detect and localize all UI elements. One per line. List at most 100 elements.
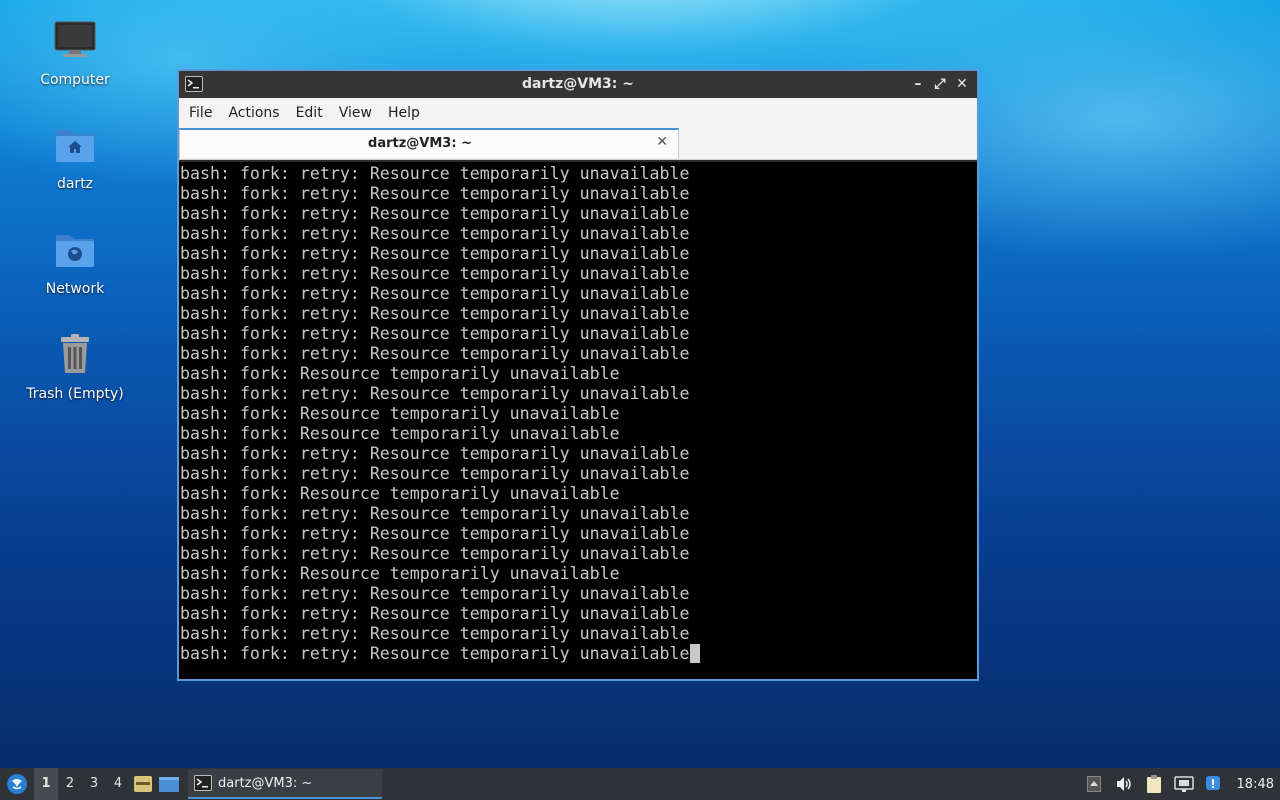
tray-expand-button[interactable] — [1079, 768, 1109, 800]
window-titlebar[interactable]: dartz@VM3: ~ – ⤢ ✕ — [179, 71, 977, 98]
terminal-line: bash: fork: retry: Resource temporarily … — [180, 344, 977, 364]
terminal-line: bash: fork: retry: Resource temporarily … — [180, 184, 977, 204]
terminal-line: bash: fork: Resource temporarily unavail… — [180, 484, 977, 504]
terminal-cursor — [689, 644, 700, 663]
terminal-line-text: bash: fork: retry: Resource temporarily … — [180, 464, 690, 483]
desktop-icon-network[interactable]: Network — [20, 227, 130, 297]
tab-close-button[interactable]: ✕ — [656, 134, 668, 150]
terminal-line: bash: fork: retry: Resource temporarily … — [180, 164, 977, 184]
terminal-line: bash: fork: retry: Resource temporarily … — [180, 584, 977, 604]
show-desktop-icon — [134, 776, 152, 792]
desktop-icon-label: Trash (Empty) — [26, 386, 124, 402]
desktop-icon-label: Computer — [40, 72, 110, 88]
workspace-3[interactable]: 3 — [82, 768, 106, 800]
terminal-line: bash: fork: Resource temporarily unavail… — [180, 564, 977, 584]
terminal-line-text: bash: fork: retry: Resource temporarily … — [180, 444, 690, 463]
terminal-line: bash: fork: retry: Resource temporarily … — [180, 384, 977, 404]
terminal-line: bash: fork: retry: Resource temporarily … — [180, 644, 977, 664]
terminal-line: bash: fork: retry: Resource temporarily … — [180, 624, 977, 644]
menubar: File Actions Edit View Help — [179, 98, 977, 128]
terminal-line-text: bash: fork: Resource temporarily unavail… — [180, 424, 620, 443]
taskbar-task-terminal[interactable]: dartz@VM3: ~ — [188, 769, 382, 799]
terminal-line-text: bash: fork: retry: Resource temporarily … — [180, 644, 690, 663]
tab-label: dartz@VM3: ~ — [368, 136, 472, 151]
terminal-line-text: bash: fork: retry: Resource temporarily … — [180, 584, 690, 603]
workspace-4[interactable]: 4 — [106, 768, 130, 800]
taskbar: 1 2 3 4 dartz@VM3: ~ 18:48 — [0, 768, 1280, 800]
desktop-icon-computer[interactable]: Computer — [20, 18, 130, 88]
terminal-line-text: bash: fork: retry: Resource temporarily … — [180, 284, 690, 303]
system-tray: 18:48 — [1079, 768, 1280, 800]
terminal-line-text: bash: fork: retry: Resource temporarily … — [180, 304, 690, 323]
terminal-line: bash: fork: retry: Resource temporarily … — [180, 244, 977, 264]
terminal-line: bash: fork: retry: Resource temporarily … — [180, 264, 977, 284]
terminal-line-text: bash: fork: retry: Resource temporarily … — [180, 384, 690, 403]
workspace-2[interactable]: 2 — [58, 768, 82, 800]
terminal-line-text: bash: fork: retry: Resource temporarily … — [180, 244, 690, 263]
menu-help[interactable]: Help — [380, 105, 428, 121]
computer-icon — [54, 21, 96, 57]
menu-view[interactable]: View — [331, 105, 380, 121]
update-notifier-button[interactable] — [1199, 768, 1229, 800]
terminal-window[interactable]: dartz@VM3: ~ – ⤢ ✕ File Actions Edit Vie… — [177, 69, 979, 681]
close-button[interactable]: ✕ — [953, 74, 971, 94]
terminal-line-text: bash: fork: retry: Resource temporarily … — [180, 504, 690, 523]
file-manager-icon — [159, 777, 179, 792]
terminal-line-text: bash: fork: retry: Resource temporarily … — [180, 624, 690, 643]
terminal-line: bash: fork: retry: Resource temporarily … — [180, 504, 977, 524]
home-folder-icon — [56, 130, 94, 162]
file-manager-button[interactable] — [156, 768, 182, 800]
tab-terminal[interactable]: dartz@VM3: ~ ✕ — [179, 128, 679, 158]
tray-up-arrow-icon — [1086, 776, 1101, 792]
update-notifier-icon — [1205, 776, 1220, 790]
trash-icon — [61, 334, 89, 373]
workspace-1[interactable]: 1 — [34, 768, 58, 800]
terminal-line: bash: fork: retry: Resource temporarily … — [180, 224, 977, 244]
terminal-line-text: bash: fork: retry: Resource temporarily … — [180, 184, 690, 203]
terminal-line: bash: fork: retry: Resource temporarily … — [180, 544, 977, 564]
terminal-line: bash: fork: retry: Resource temporarily … — [180, 204, 977, 224]
terminal-line: bash: fork: retry: Resource temporarily … — [180, 524, 977, 544]
network-button[interactable] — [1169, 768, 1199, 800]
terminal-line-text: bash: fork: retry: Resource temporarily … — [180, 224, 690, 243]
terminal-line: bash: fork: retry: Resource temporarily … — [180, 464, 977, 484]
network-folder-icon — [56, 235, 94, 267]
volume-button[interactable] — [1109, 768, 1139, 800]
terminal-line: bash: fork: Resource temporarily unavail… — [180, 364, 977, 384]
start-menu-button[interactable] — [2, 768, 32, 800]
clipboard-button[interactable] — [1139, 768, 1169, 800]
menu-actions[interactable]: Actions — [220, 105, 287, 121]
clock[interactable]: 18:48 — [1229, 777, 1280, 792]
show-desktop-button[interactable] — [130, 768, 156, 800]
volume-icon — [1116, 777, 1131, 791]
menu-edit[interactable]: Edit — [288, 105, 331, 121]
terminal-line: bash: fork: retry: Resource temporarily … — [180, 284, 977, 304]
network-icon — [1173, 776, 1194, 792]
terminal-line-text: bash: fork: Resource temporarily unavail… — [180, 564, 620, 583]
terminal-line-text: bash: fork: Resource temporarily unavail… — [180, 364, 620, 383]
terminal-line: bash: fork: Resource temporarily unavail… — [180, 404, 977, 424]
task-label: dartz@VM3: ~ — [218, 775, 313, 791]
terminal-line-text: bash: fork: Resource temporarily unavail… — [180, 404, 620, 423]
terminal-line: bash: fork: retry: Resource temporarily … — [180, 444, 977, 464]
terminal-line: bash: fork: retry: Resource temporarily … — [180, 604, 977, 624]
menu-file[interactable]: File — [181, 105, 220, 121]
desktop-icon-trash[interactable]: Trash (Empty) — [20, 332, 130, 402]
lxqt-menu-icon — [7, 774, 27, 794]
desktop-icon-label: Network — [45, 281, 105, 297]
maximize-button[interactable]: ⤢ — [931, 74, 949, 94]
terminal-line: bash: fork: Resource temporarily unavail… — [180, 424, 977, 444]
terminal-line-text: bash: fork: retry: Resource temporarily … — [180, 524, 690, 543]
terminal-icon — [194, 775, 212, 791]
minimize-button[interactable]: – — [909, 74, 927, 94]
terminal-line-text: bash: fork: retry: Resource temporarily … — [180, 344, 690, 363]
terminal-line-text: bash: fork: Resource temporarily unavail… — [180, 484, 620, 503]
desktop-icon-home[interactable]: dartz — [20, 122, 130, 192]
terminal-output[interactable]: bash: fork: retry: Resource temporarily … — [179, 162, 977, 679]
terminal-line-text: bash: fork: retry: Resource temporarily … — [180, 324, 690, 343]
terminal-line: bash: fork: retry: Resource temporarily … — [180, 324, 977, 344]
terminal-line-text: bash: fork: retry: Resource temporarily … — [180, 164, 690, 183]
tab-bar: dartz@VM3: ~ ✕ — [179, 128, 977, 160]
desktop-icon-label: dartz — [56, 176, 94, 192]
terminal-line-text: bash: fork: retry: Resource temporarily … — [180, 204, 690, 223]
